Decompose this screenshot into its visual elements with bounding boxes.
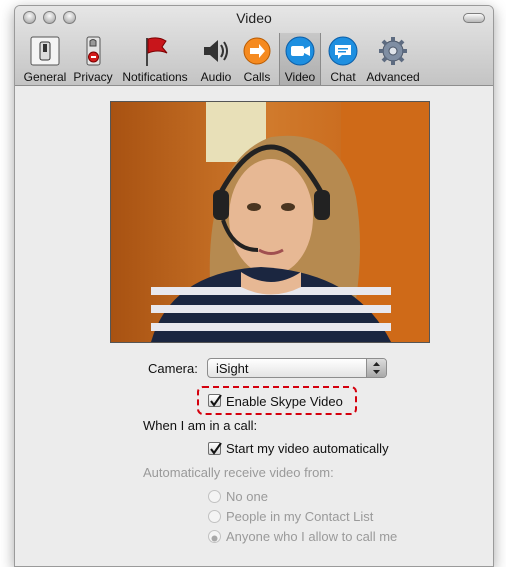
receive-option-anyone-radio[interactable] — [208, 530, 221, 543]
checkmark-icon — [210, 394, 222, 407]
general-switch-icon — [30, 36, 60, 66]
receive-heading: Automatically receive video from: — [143, 465, 334, 480]
camera-preview-image — [111, 102, 429, 342]
toolbar-item-label: Advanced — [366, 70, 420, 84]
toolbar-item-label: Audio — [200, 70, 232, 84]
preferences-window: Video General Privacy Notifications Audi… — [14, 5, 494, 567]
receive-option-contacts-radio[interactable] — [208, 510, 221, 523]
toolbar-item-label: Calls — [243, 70, 271, 84]
toolbar-item-video[interactable]: Video — [279, 33, 321, 85]
calls-icon — [243, 37, 271, 65]
video-camera-icon — [285, 36, 315, 66]
enable-video-checkbox[interactable] — [208, 394, 222, 407]
receive-option-label[interactable]: Anyone who I allow to call me — [226, 529, 397, 544]
in-call-heading: When I am in a call: — [143, 418, 258, 433]
toolbar-item-calls[interactable]: Calls — [239, 34, 275, 84]
start-video-label[interactable]: Start my video automatically — [226, 441, 389, 456]
privacy-lock-icon — [86, 36, 101, 66]
camera-select[interactable]: iSight — [207, 358, 387, 378]
receive-option-label[interactable]: People in my Contact List — [226, 509, 373, 524]
start-video-checkbox[interactable] — [208, 442, 222, 455]
receive-option-label[interactable]: No one — [226, 489, 268, 504]
speaker-icon — [204, 40, 228, 62]
toolbar-item-audio[interactable]: Audio — [197, 34, 235, 84]
toolbar-item-label: Video — [284, 70, 316, 84]
radio-dot-icon — [211, 535, 218, 542]
gear-icon — [379, 37, 407, 65]
toolbar-toggle-button[interactable] — [463, 13, 485, 23]
checkmark-icon — [210, 442, 222, 455]
chat-icon — [328, 36, 358, 66]
camera-label: Camera: — [148, 361, 198, 376]
toolbar: Video General Privacy Notifications Audi… — [15, 6, 493, 86]
toolbar-item-label: Privacy — [73, 70, 113, 84]
receive-option-no-one-radio[interactable] — [208, 490, 221, 503]
toolbar-item-advanced[interactable]: Advanced — [365, 34, 421, 84]
toolbar-item-chat[interactable]: Chat — [325, 34, 361, 84]
toolbar-item-label: Chat — [330, 70, 356, 84]
camera-select-value: iSight — [216, 361, 249, 376]
video-preview — [110, 101, 430, 343]
window-title: Video — [236, 10, 272, 26]
toolbar-item-label: Notifications — [122, 70, 188, 84]
toolbar-item-label: General — [23, 70, 67, 84]
enable-video-label[interactable]: Enable Skype Video — [226, 394, 343, 409]
flag-icon — [146, 37, 168, 66]
toolbar-item-general[interactable]: General — [23, 34, 67, 84]
toolbar-item-privacy[interactable]: Privacy — [72, 34, 114, 84]
chevron-updown-icon — [366, 359, 386, 377]
toolbar-item-notifications[interactable]: Notifications — [119, 34, 191, 84]
